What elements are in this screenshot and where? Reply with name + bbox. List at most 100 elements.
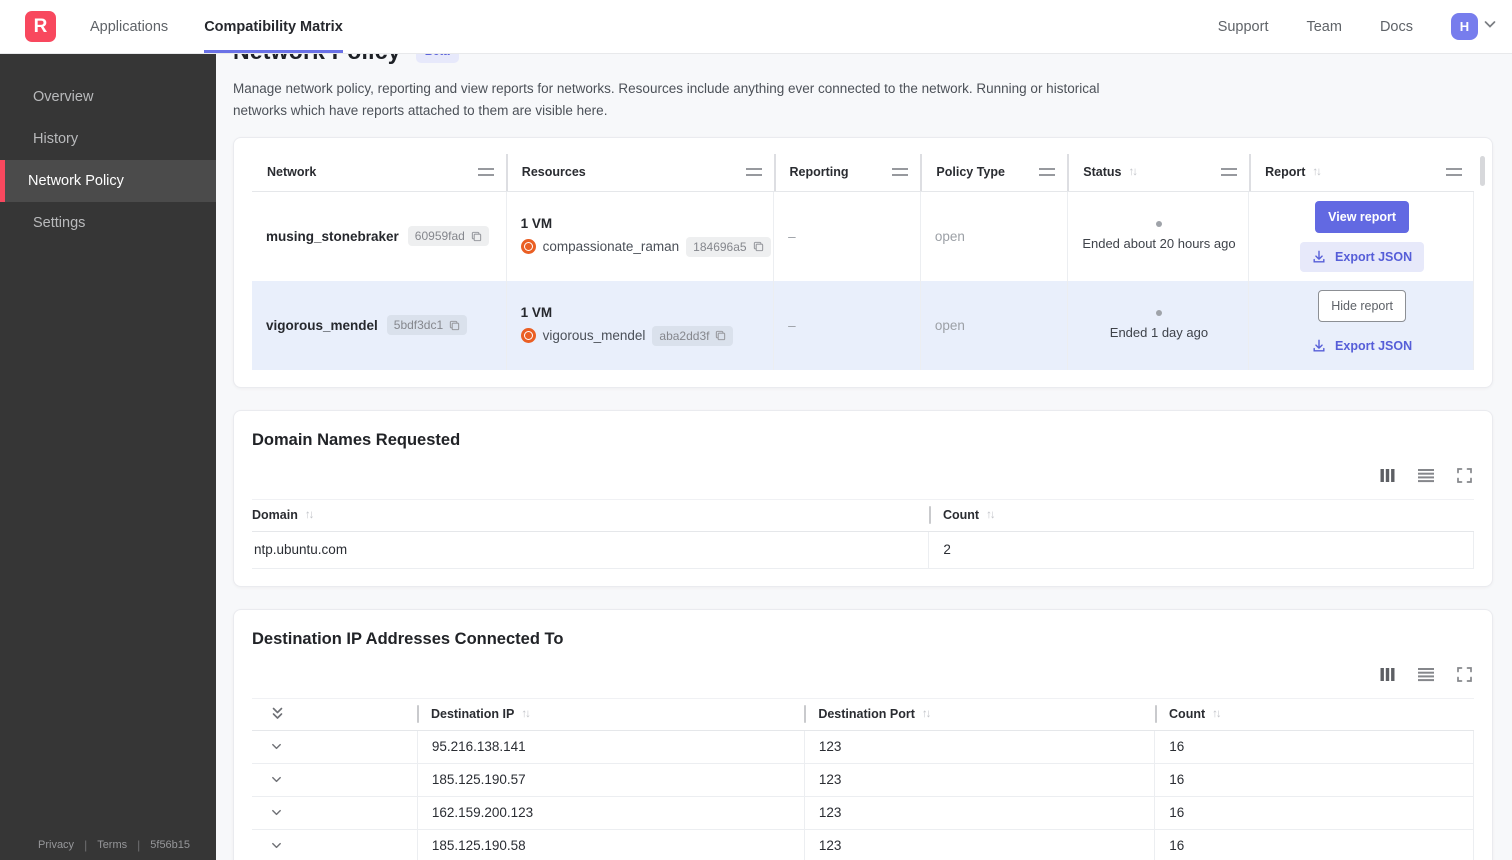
sidebar: Overview History Network Policy Settings… [0, 54, 216, 860]
network-id: 5bdf3dc1 [393, 318, 444, 333]
network-name: vigorous_mendel [266, 317, 378, 333]
sort-arrows-icon[interactable]: ↑↓ [986, 509, 995, 521]
column-header-count[interactable]: Count ↑↓ [928, 500, 1474, 531]
chevron-down-icon[interactable] [270, 806, 283, 819]
nav-link-docs[interactable]: Docs [1380, 19, 1413, 35]
copy-icon[interactable] [753, 241, 764, 252]
sidebar-item-overview[interactable]: Overview [0, 76, 216, 118]
table-row: ntp.ubuntu.com 2 [252, 531, 1474, 569]
sidebar-item-network-policy[interactable]: Network Policy [0, 160, 216, 202]
column-label: Resources [521, 165, 586, 180]
destination-port-value: 123 [803, 763, 1154, 796]
column-label: Destination IP [430, 707, 515, 722]
sort-arrows-icon[interactable]: ↑↓ [922, 708, 931, 720]
column-header-destination-port[interactable]: Destination Port ↑↓ [804, 699, 1155, 730]
sidebar-item-settings[interactable]: Settings [0, 202, 216, 244]
column-header-policy-type[interactable]: Policy Type [920, 153, 1067, 191]
count-value: 16 [1154, 829, 1473, 860]
copy-icon[interactable] [449, 320, 460, 331]
sort-arrows-icon[interactable]: ↑↓ [305, 509, 314, 521]
policy-type-value: open [919, 280, 1067, 370]
hide-report-button[interactable]: Hide report [1318, 289, 1407, 322]
column-menu-icon[interactable] [477, 168, 494, 177]
column-divider [804, 705, 807, 724]
column-menu-icon[interactable] [892, 168, 909, 177]
footer-divider: | [137, 838, 141, 852]
column-menu-icon[interactable] [1445, 168, 1462, 177]
column-menu-icon[interactable] [745, 168, 762, 177]
view-report-button[interactable]: View report [1315, 200, 1410, 233]
column-label: Count [1169, 707, 1206, 722]
column-header-resources[interactable]: Resources [505, 153, 774, 191]
column-divider [1155, 705, 1158, 724]
terms-link[interactable]: Terms [97, 839, 127, 851]
count-value: 2 [928, 531, 1473, 568]
nav-tab-compatibility-matrix[interactable]: Compatibility Matrix [204, 0, 343, 53]
footer-divider: | [84, 838, 88, 852]
expand-all-icon[interactable] [270, 706, 285, 722]
destination-port-value: 123 [803, 730, 1154, 763]
copy-icon[interactable] [471, 231, 482, 242]
table-row-selected: vigorous_mendel 5bdf3dc1 1 VM vigorous_m… [252, 280, 1473, 370]
sidebar-item-history[interactable]: History [0, 118, 216, 160]
table-scrollbar[interactable] [1480, 155, 1485, 186]
count-value: 16 [1154, 730, 1473, 763]
column-header-domain[interactable]: Domain ↑↓ [252, 500, 929, 531]
avatar[interactable]: H [1451, 13, 1478, 40]
network-name: musing_stonebraker [266, 228, 399, 244]
reporting-value: – [773, 191, 920, 281]
network-id-badge: 5bdf3dc1 [386, 315, 468, 336]
column-header-report[interactable]: Report ↑↓ [1249, 153, 1474, 191]
download-icon [1313, 339, 1325, 352]
resource-name: vigorous_mendel [542, 328, 646, 344]
columns-view-icon[interactable] [1380, 468, 1395, 483]
export-json-button[interactable]: Export JSON [1300, 241, 1425, 272]
export-json-label: Export JSON [1335, 338, 1413, 353]
column-menu-icon[interactable] [1221, 168, 1238, 177]
rows-view-icon[interactable] [1418, 468, 1434, 483]
columns-view-icon[interactable] [1380, 667, 1395, 682]
resource-id: aba2dd3f [659, 328, 710, 343]
chevron-down-icon[interactable] [1482, 16, 1498, 37]
network-policy-card: Network Resources Reporting Policy Type … [233, 136, 1493, 388]
nav-link-team[interactable]: Team [1306, 19, 1341, 35]
nav-tabs: Applications Compatibility Matrix [90, 0, 343, 53]
ubuntu-logo-icon [520, 328, 536, 344]
reporting-value: – [773, 280, 920, 370]
sort-arrows-icon[interactable]: ↑↓ [1128, 166, 1137, 178]
fullscreen-icon[interactable] [1457, 467, 1472, 483]
column-header-reporting[interactable]: Reporting [773, 153, 921, 191]
column-header-status[interactable]: Status ↑↓ [1067, 153, 1249, 191]
download-icon [1313, 250, 1325, 263]
nav-link-support[interactable]: Support [1218, 19, 1269, 35]
fullscreen-icon[interactable] [1457, 666, 1472, 682]
copy-icon[interactable] [715, 330, 726, 341]
nav-tab-applications[interactable]: Applications [90, 0, 168, 53]
table-tools [252, 467, 1472, 483]
app-logo[interactable]: R [25, 11, 56, 42]
export-json-button[interactable]: Export JSON [1300, 331, 1424, 361]
table-row: 162.159.200.123 123 16 [252, 796, 1474, 830]
column-label: Policy Type [936, 165, 1005, 180]
rows-view-icon[interactable] [1418, 667, 1434, 682]
column-header-count[interactable]: Count ↑↓ [1155, 699, 1474, 730]
chevron-down-icon[interactable] [270, 839, 283, 852]
user-menu[interactable]: H [1451, 13, 1498, 40]
table-tools [252, 666, 1472, 682]
resource-name: compassionate_raman [542, 239, 680, 255]
destination-ip-value: 162.159.200.123 [416, 796, 804, 829]
nav-right: Support Team Docs H [1218, 0, 1498, 53]
chevron-down-icon[interactable] [270, 740, 283, 753]
column-label: Report [1265, 165, 1306, 180]
sort-arrows-icon[interactable]: ↑↓ [1312, 166, 1321, 178]
sort-arrows-icon[interactable]: ↑↓ [521, 708, 530, 720]
column-header-destination-ip[interactable]: Destination IP ↑↓ [416, 699, 804, 730]
column-menu-icon[interactable] [1039, 168, 1056, 177]
privacy-link[interactable]: Privacy [38, 839, 74, 851]
sort-arrows-icon[interactable]: ↑↓ [1212, 708, 1221, 720]
destination-port-value: 123 [803, 796, 1154, 829]
chevron-down-icon[interactable] [270, 773, 283, 786]
destination-ips-card: Destination IP Addresses Connected To De… [233, 608, 1493, 860]
status-text: Ended 1 day ago [1109, 325, 1209, 341]
column-header-network[interactable]: Network [252, 154, 506, 191]
